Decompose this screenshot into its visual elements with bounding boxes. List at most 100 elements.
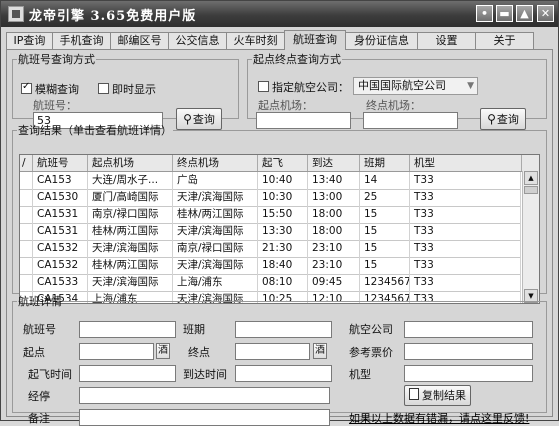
row-marker	[20, 274, 33, 291]
minimize-button[interactable]: •	[476, 5, 493, 22]
cell-schedule: 15	[360, 257, 410, 274]
table-row[interactable]: CA1532 桂林/两江国际 天津/滨海国际 18:40 23:10 15 T33	[20, 257, 521, 275]
detail-remarks-field[interactable]	[79, 409, 330, 426]
col-aircraft[interactable]: 机型	[410, 155, 522, 171]
detail-depart-field[interactable]	[79, 365, 176, 382]
row-marker	[20, 172, 33, 189]
results-table[interactable]: / 航班号 起点机场 终点机场 起飞 到达 班期 机型 CA153 大连/周水子.…	[19, 154, 540, 304]
detail-schedule-label: 班期	[183, 323, 205, 336]
detail-airline-field[interactable]	[404, 321, 533, 338]
scroll-up-arrow-icon[interactable]: ▲	[524, 171, 538, 185]
feedback-link[interactable]: 如果以上数据有错漏，请点这里反馈!	[349, 410, 529, 426]
detail-depart-label: 起飞时间	[28, 368, 72, 381]
cell-flight-no: CA1531	[33, 206, 88, 223]
detail-airline-label: 航空公司	[349, 323, 393, 336]
table-row[interactable]: CA1530 厦门/高崎国际 天津/滨海国际 10:30 13:00 25 T33	[20, 189, 521, 207]
tab-flight[interactable]: 航班查询	[284, 30, 346, 50]
flight-panel: 航班号查询方式 模糊查询 即时显示 航班号： 53 ⚲查询 起点终点查询方式 指…	[6, 49, 553, 426]
flight-no-legend: 航班号查询方式	[18, 53, 95, 66]
row-marker	[20, 206, 33, 223]
detail-arrive-field[interactable]	[235, 365, 332, 382]
chevron-down-icon: ▼	[467, 81, 474, 91]
cell-schedule: 1234567	[360, 274, 410, 291]
table-row[interactable]: CA1531 南京/禄口国际 桂林/两江国际 15:50 18:00 15 T33	[20, 206, 521, 224]
detail-dest-field[interactable]	[235, 343, 310, 360]
col-depart[interactable]: 起飞	[258, 155, 308, 171]
fuzzy-checkbox[interactable]: 模糊查询	[21, 81, 79, 97]
details-legend: 航班详情	[18, 295, 62, 308]
cell-schedule: 15	[360, 223, 410, 240]
cell-arrive: 13:40	[308, 172, 360, 189]
instant-checkbox[interactable]: 即时显示	[98, 81, 156, 97]
detail-schedule-field[interactable]	[235, 321, 332, 338]
detail-aircraft-field[interactable]	[404, 365, 533, 382]
cell-flight-no: CA1533	[33, 274, 88, 291]
detail-origin-field[interactable]	[79, 343, 154, 360]
close-button[interactable]: ✕	[537, 5, 554, 22]
airline-select-value: 中国国际航空公司	[358, 79, 446, 92]
tab-train[interactable]: 火车时刻	[226, 32, 285, 49]
cell-dest: 广岛	[173, 172, 258, 189]
cell-arrive: 18:00	[308, 223, 360, 240]
cell-depart: 10:40	[258, 172, 308, 189]
col-arrive[interactable]: 到达	[308, 155, 360, 171]
results-legend: 查询结果（单击查看航班详情）	[18, 124, 172, 137]
dest-lookup-button[interactable]: 酒	[313, 343, 327, 359]
tab-bus[interactable]: 公交信息	[168, 32, 227, 49]
detail-stops-label: 经停	[28, 390, 50, 403]
cell-aircraft: T33	[410, 240, 521, 257]
tab-idcard[interactable]: 身份证信息	[345, 32, 418, 49]
col-dest[interactable]: 终点机场	[173, 155, 258, 171]
col-origin[interactable]: 起点机场	[88, 155, 173, 171]
tab-about[interactable]: 关于	[475, 32, 534, 49]
table-row[interactable]: CA1532 天津/滨海国际 南京/禄口国际 21:30 23:10 15 T33	[20, 240, 521, 258]
airline-label: 指定航空公司：	[272, 81, 349, 94]
airline-select[interactable]: 中国国际航空公司 ▼	[353, 77, 478, 95]
cell-origin: 大连/周水子...	[88, 172, 173, 189]
tab-postcode[interactable]: 邮编区号	[110, 32, 169, 49]
fuzzy-check-box[interactable]	[21, 81, 32, 94]
title-bar[interactable]: 龙帝引擎 3.65免费用户版 • ▬ ▲ ✕	[1, 1, 558, 27]
cell-origin: 桂林/两江国际	[88, 223, 173, 240]
table-row[interactable]: CA1531 桂林/两江国际 天津/滨海国际 13:30 18:00 15 T33	[20, 223, 521, 241]
flight-no-group: 航班号查询方式 模糊查询 即时显示 航班号： 53 ⚲查询	[12, 51, 239, 130]
scroll-thumb[interactable]	[524, 186, 538, 194]
cell-dest: 南京/禄口国际	[173, 240, 258, 257]
dest-airport-label: 终点机场：	[366, 99, 421, 112]
table-row[interactable]: CA1533 天津/滨海国际 上海/浦东 08:10 09:45 1234567 T33	[20, 274, 521, 292]
origin-lookup-button[interactable]: 酒	[156, 343, 170, 359]
col-schedule[interactable]: 班期	[360, 155, 410, 171]
col-sort[interactable]: /	[20, 155, 33, 171]
maximize-button[interactable]: ▲	[516, 5, 533, 22]
detail-flight-no-field[interactable]	[79, 321, 176, 338]
cell-dest: 上海/浦东	[173, 274, 258, 291]
cell-flight-no: CA153	[33, 172, 88, 189]
restore-button[interactable]: ▬	[496, 5, 513, 22]
cell-depart: 18:40	[258, 257, 308, 274]
tab-phone[interactable]: 手机查询	[52, 32, 111, 49]
col-flight-no[interactable]: 航班号	[33, 155, 88, 171]
tab-bar: IP查询 手机查询 邮编区号 公交信息 火车时刻 航班查询 身份证信息 设置 关…	[6, 30, 534, 50]
vertical-scrollbar[interactable]: ▲ ▼	[522, 171, 539, 303]
instant-label: 即时显示	[112, 83, 156, 96]
tab-ip[interactable]: IP查询	[6, 32, 53, 49]
instant-check-box[interactable]	[98, 83, 109, 94]
cell-origin: 南京/禄口国际	[88, 206, 173, 223]
row-marker	[20, 189, 33, 206]
airline-check-box[interactable]	[258, 81, 269, 92]
detail-price-label: 参考票价	[349, 346, 393, 359]
cell-origin: 厦门/高崎国际	[88, 189, 173, 206]
table-row[interactable]: CA153 大连/周水子... 广岛 10:40 13:40 14 T33	[20, 172, 521, 190]
cell-flight-no: CA1531	[33, 223, 88, 240]
cell-origin: 天津/滨海国际	[88, 240, 173, 257]
row-marker	[20, 257, 33, 274]
detail-price-field[interactable]	[404, 343, 533, 360]
cell-schedule: 15	[360, 240, 410, 257]
cell-arrive: 23:10	[308, 257, 360, 274]
detail-remarks-label: 备注	[28, 412, 50, 425]
copy-result-button[interactable]: 复制结果	[404, 385, 471, 406]
airline-checkbox[interactable]: 指定航空公司：	[258, 79, 349, 95]
fuzzy-label: 模糊查询	[35, 83, 79, 96]
detail-stops-field[interactable]	[79, 387, 330, 404]
tab-settings[interactable]: 设置	[417, 32, 476, 49]
